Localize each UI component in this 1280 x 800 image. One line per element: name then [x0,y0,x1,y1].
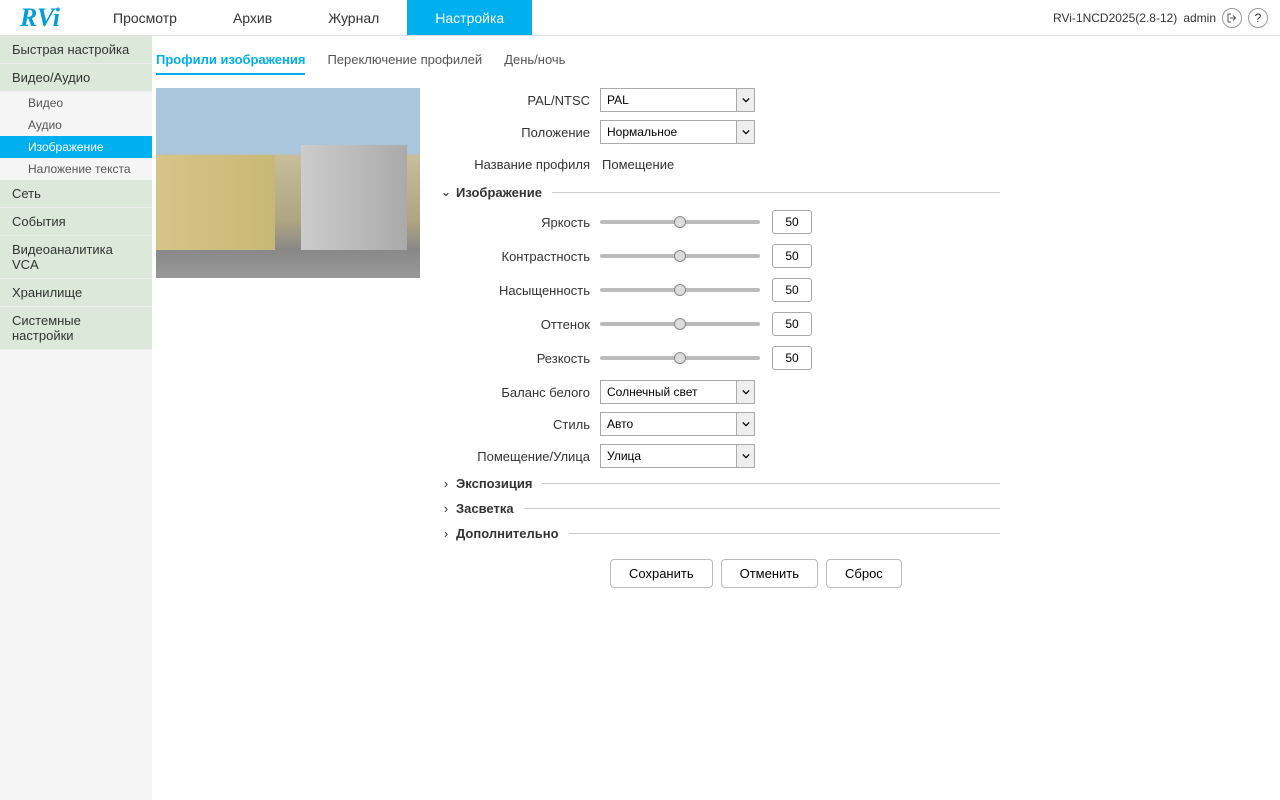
section-image[interactable]: ⌄ Изображение [440,184,1000,200]
topnav-item[interactable]: Просмотр [85,0,205,35]
topnav-item[interactable]: Настройка [407,0,532,35]
video-preview [156,88,420,278]
slider[interactable] [600,351,760,365]
slider-label: Насыщенность [440,283,600,298]
sidebar: Быстрая настройкаВидео/АудиоВидеоАудиоИз… [0,36,152,800]
slider-value[interactable] [772,312,812,336]
style-label: Стиль [440,417,600,432]
section-backlight[interactable]: › Засветка [440,501,1000,516]
wb-label: Баланс белого [440,385,600,400]
sidebar-category[interactable]: Видеоаналитика VCA [0,236,152,279]
section-backlight-title: Засветка [456,501,514,516]
logout-icon[interactable] [1222,8,1242,28]
chevron-down-icon: ⌄ [440,184,452,200]
section-exposure[interactable]: › Экспозиция [440,476,1000,491]
logo: RVi [0,3,85,33]
device-model: RVi-1NCD2025(2.8-12) [1053,11,1177,25]
sidebar-category[interactable]: Видео/Аудио [0,64,152,92]
slider[interactable] [600,283,760,297]
style-select[interactable]: Авто [600,412,755,436]
slider[interactable] [600,249,760,263]
sidebar-category[interactable]: Быстрая настройка [0,36,152,64]
sidebar-category[interactable]: События [0,208,152,236]
slider-value[interactable] [772,346,812,370]
cancel-button[interactable]: Отменить [721,559,818,588]
topnav-item[interactable]: Журнал [300,0,407,35]
slider-label: Яркость [440,215,600,230]
topnav-item[interactable]: Архив [205,0,300,35]
sidebar-item[interactable]: Видео [0,92,152,114]
tab[interactable]: День/ночь [504,46,565,75]
help-icon[interactable]: ? [1248,8,1268,28]
slider-label: Контрастность [440,249,600,264]
position-select[interactable]: Нормальное [600,120,755,144]
slider-label: Оттенок [440,317,600,332]
sidebar-item[interactable]: Изображение [0,136,152,158]
settings-form: PAL/NTSC PAL Положение Нормальное Назван… [440,88,1000,588]
chevron-right-icon: › [440,476,452,491]
main-content: Профили изображения Переключение профилей… [152,36,1280,800]
palntsc-select[interactable]: PAL [600,88,755,112]
position-label: Положение [440,125,600,140]
sidebar-item[interactable]: Аудио [0,114,152,136]
topbar: RVi ПросмотрАрхивЖурналНастройка RVi-1NC… [0,0,1280,36]
indoor-label: Помещение/Улица [440,449,600,464]
chevron-right-icon: › [440,526,452,541]
slider-value[interactable] [772,210,812,234]
sidebar-category[interactable]: Сеть [0,180,152,208]
tab[interactable]: Переключение профилей [327,46,482,75]
slider-value[interactable] [772,278,812,302]
tabs: Профили изображения Переключение профилей… [156,36,1280,76]
slider[interactable] [600,215,760,229]
sidebar-category[interactable]: Системные настройки [0,307,152,350]
slider[interactable] [600,317,760,331]
save-button[interactable]: Сохранить [610,559,713,588]
section-advanced[interactable]: › Дополнительно [440,526,1000,541]
palntsc-label: PAL/NTSC [440,93,600,108]
topbar-right: RVi-1NCD2025(2.8-12) admin ? [1053,8,1280,28]
slider-label: Резкость [440,351,600,366]
section-exposure-title: Экспозиция [456,476,532,491]
slider-value[interactable] [772,244,812,268]
tab[interactable]: Профили изображения [156,46,305,75]
topnav: ПросмотрАрхивЖурналНастройка [85,0,532,35]
section-advanced-title: Дополнительно [456,526,559,541]
sidebar-item[interactable]: Наложение текста [0,158,152,180]
wb-select[interactable]: Солнечный свет [600,380,755,404]
indoor-select[interactable]: Улица [600,444,755,468]
user-name: admin [1183,11,1216,25]
profile-name-value: Помещение [600,157,674,172]
section-image-title: Изображение [456,185,542,200]
sidebar-category[interactable]: Хранилище [0,279,152,307]
profile-name-label: Название профиля [440,157,600,172]
chevron-right-icon: › [440,501,452,516]
reset-button[interactable]: Сброс [826,559,902,588]
